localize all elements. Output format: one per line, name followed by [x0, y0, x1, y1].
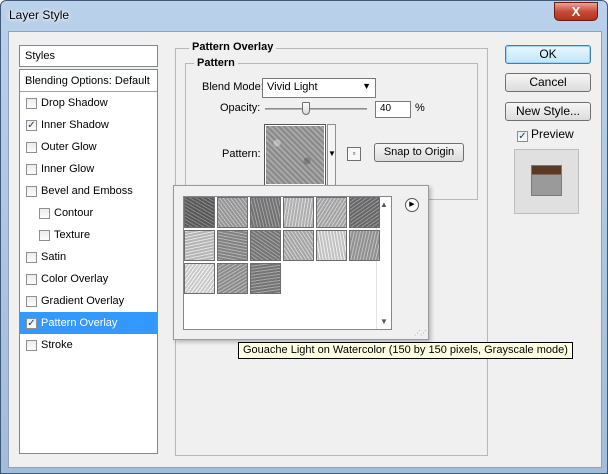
pattern-tooltip: Gouache Light on Watercolor (150 by 150 … [238, 342, 573, 359]
pattern-swatch-option[interactable] [316, 197, 347, 228]
style-checkbox[interactable]: ✓ [26, 318, 37, 329]
style-item-label: Drop Shadow [41, 97, 108, 109]
style-preview [514, 149, 579, 214]
style-item-label: Bevel and Emboss [41, 185, 133, 197]
cancel-button[interactable]: Cancel [505, 73, 591, 92]
window-title: Layer Style [9, 8, 70, 22]
style-checkbox[interactable] [26, 142, 37, 153]
preview-checkbox[interactable]: ✓ [517, 131, 528, 142]
style-item[interactable]: Bevel and Emboss [20, 180, 157, 202]
new-style-button[interactable]: New Style... [505, 102, 591, 121]
style-item[interactable]: ✓ Inner Shadow [20, 114, 157, 136]
style-item[interactable]: Satin [20, 246, 157, 268]
pattern-group-title: Pattern [194, 57, 238, 69]
style-item-label: Contour [54, 207, 94, 219]
title-bar[interactable]: Layer Style X [1, 1, 607, 31]
pattern-swatch-option[interactable] [184, 197, 215, 228]
pattern-swatch-option[interactable] [250, 230, 281, 261]
snap-to-origin-button[interactable]: Snap to Origin [374, 143, 464, 162]
preview-toggle[interactable]: ✓ Preview [517, 127, 574, 142]
checkmark-icon: ✓ [518, 131, 527, 142]
opacity-unit: % [415, 102, 425, 114]
style-item[interactable]: ✓ Pattern Overlay [20, 312, 157, 334]
style-item-label: Stroke [41, 339, 73, 351]
style-checkbox[interactable] [39, 230, 50, 241]
pattern-swatch-option[interactable] [316, 230, 347, 261]
style-item-label: Inner Glow [41, 163, 95, 175]
style-checkbox[interactable] [26, 340, 37, 351]
style-item[interactable]: Texture [20, 224, 157, 246]
chevron-down-icon: ▼ [328, 149, 336, 158]
preview-label: Preview [531, 127, 574, 141]
style-item-label: Outer Glow [41, 141, 97, 153]
styles-list: Blending Options: Default Drop Shadow ✓ Inn… [19, 69, 158, 454]
style-checkbox[interactable] [26, 274, 37, 285]
pattern-picker-popup: ▲ ▼ ▶ ⋰⋰ [173, 185, 429, 340]
close-icon: X [571, 4, 581, 19]
style-item-label: Inner Shadow [41, 119, 109, 131]
style-item[interactable]: Gradient Overlay [20, 290, 157, 312]
style-item[interactable]: Stroke [20, 334, 157, 356]
pattern-swatch-option[interactable] [217, 230, 248, 261]
style-item[interactable]: Contour [20, 202, 157, 224]
style-checkbox[interactable] [26, 186, 37, 197]
style-item[interactable]: Inner Glow [20, 158, 157, 180]
opacity-label: Opacity: [220, 102, 261, 114]
style-checkbox[interactable]: ✓ [26, 120, 37, 131]
new-preset-icon[interactable]: ▫ [347, 147, 361, 161]
style-item[interactable]: Drop Shadow [20, 92, 157, 114]
scroll-up-icon[interactable]: ▲ [380, 200, 388, 209]
style-checkbox[interactable] [26, 98, 37, 109]
pattern-swatch-option[interactable] [217, 197, 248, 228]
section-title: Pattern Overlay [189, 41, 277, 53]
blend-mode-value: Vivid Light [267, 81, 318, 93]
scroll-down-icon[interactable]: ▼ [380, 317, 388, 326]
style-checkbox[interactable] [26, 296, 37, 307]
opacity-input[interactable]: 40 [375, 101, 411, 118]
pattern-swatch-option[interactable] [184, 230, 215, 261]
opacity-slider-thumb[interactable] [301, 102, 310, 115]
checkmark-icon: ✓ [27, 120, 36, 131]
style-checkbox[interactable] [26, 252, 37, 263]
style-item-label: Blending Options: Default [25, 75, 150, 87]
styles-header-label: Styles [25, 50, 55, 62]
style-item-label: Gradient Overlay [41, 295, 125, 307]
pattern-swatch-option[interactable] [250, 197, 281, 228]
style-item-label: Satin [41, 251, 67, 263]
pattern-swatch-option[interactable] [349, 230, 380, 261]
resize-grip-icon[interactable]: ⋰⋰ [414, 329, 427, 337]
style-item[interactable]: Blending Options: Default [20, 70, 157, 92]
checkmark-icon: ✓ [27, 318, 36, 329]
style-item-label: Pattern Overlay [41, 317, 118, 329]
pattern-swatch-option[interactable] [349, 197, 380, 228]
layer-style-window: Layer Style X Styles Blending Options: D… [0, 0, 608, 474]
pattern-label: Pattern: [222, 148, 261, 160]
style-item[interactable]: Outer Glow [20, 136, 157, 158]
chevron-down-icon: ▼ [362, 81, 371, 91]
preview-thumbnail [531, 165, 562, 196]
blend-mode-label: Blend Mode: [202, 81, 264, 93]
opacity-slider[interactable] [265, 108, 367, 110]
pattern-swatch-option[interactable] [250, 263, 281, 294]
pattern-picker-arrow[interactable]: ▼ [327, 124, 336, 186]
pattern-swatch-option[interactable] [184, 263, 215, 294]
pattern-swatch[interactable] [264, 124, 326, 186]
flyout-menu-icon[interactable]: ▶ [405, 198, 419, 212]
style-checkbox[interactable] [26, 164, 37, 175]
dialog-client-area: Styles Blending Options: Default Drop Sha… [8, 31, 602, 468]
style-checkbox[interactable] [39, 208, 50, 219]
ok-button[interactable]: OK [505, 45, 591, 64]
style-item-label: Color Overlay [41, 273, 109, 285]
style-item[interactable]: Color Overlay [20, 268, 157, 290]
close-button[interactable]: X [554, 2, 598, 21]
pattern-swatch-option[interactable] [283, 197, 314, 228]
pattern-swatch-grid: ▲ ▼ [183, 196, 392, 330]
blend-mode-dropdown[interactable]: Vivid Light ▼ [262, 78, 376, 98]
pattern-swatch-option[interactable] [217, 263, 248, 294]
styles-header[interactable]: Styles [19, 45, 158, 67]
pattern-swatch-option[interactable] [283, 230, 314, 261]
style-item-label: Texture [54, 229, 91, 241]
